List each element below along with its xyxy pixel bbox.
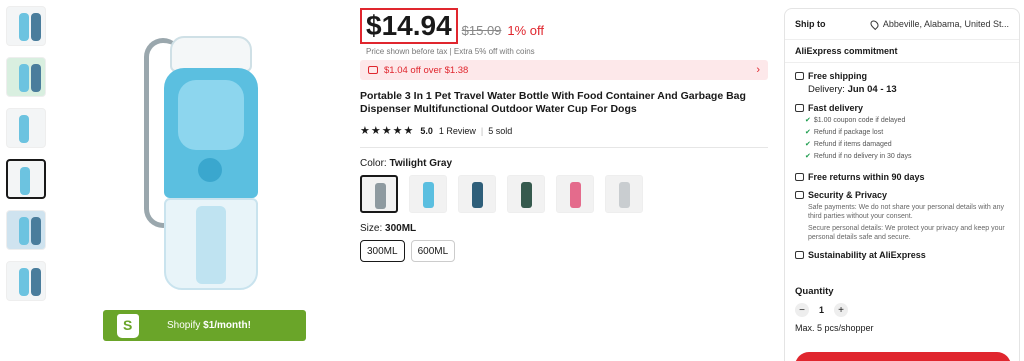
thumbnail-gallery xyxy=(6,6,50,312)
ship-location: Abbeville, Alabama, United St... xyxy=(868,18,1009,30)
security-text: Safe payments: We do not share your pers… xyxy=(808,204,1004,220)
swatch-bottle xyxy=(423,182,434,208)
star-rating-icon: ★★★★★ xyxy=(360,125,415,137)
swatch-bottle xyxy=(521,182,532,208)
sold-count: 5 sold xyxy=(488,125,513,136)
guarantee-item: ✔ $1.00 coupon code if delayed xyxy=(805,116,906,125)
aliexpress-commitment: AliExpress commitment xyxy=(785,39,1019,63)
thumbnail[interactable] xyxy=(6,6,46,46)
color-swatch[interactable] xyxy=(458,175,496,213)
original-price: $15.09 xyxy=(461,23,502,38)
leaf-icon xyxy=(795,251,804,259)
price-row: $14.94 $15.09 1% off xyxy=(360,8,770,46)
clock-icon xyxy=(795,104,804,112)
plus-button[interactable]: + xyxy=(834,303,849,317)
thumbnail[interactable] xyxy=(6,210,46,250)
bottle-button xyxy=(198,158,222,182)
quantity-value[interactable]: 1 xyxy=(819,305,824,315)
color-swatch[interactable] xyxy=(360,175,398,213)
thumbnail[interactable] xyxy=(6,108,46,148)
delivery-info: Delivery: Jun 04 - 13 xyxy=(808,84,897,95)
swatch-bottle xyxy=(375,183,386,209)
size-options: 300ML 600ML xyxy=(360,240,770,262)
product-main-image[interactable] xyxy=(66,8,344,300)
product-info: $14.94 $15.09 1% off Price shown before … xyxy=(360,8,770,262)
bottle-window xyxy=(178,80,244,150)
buy-now-button[interactable] xyxy=(795,352,1011,361)
quantity-label: Quantity xyxy=(795,286,834,297)
bottle-cap xyxy=(170,36,252,72)
size-label: Size: 300ML xyxy=(360,223,417,234)
color-label: Color: Twilight Gray xyxy=(360,158,453,169)
thumbnail-active[interactable] xyxy=(6,159,46,199)
coupon-banner[interactable]: $1.04 off over $1.38 › xyxy=(360,60,768,80)
shopify-banner[interactable]: Shopify $1/month! xyxy=(103,310,306,341)
size-option-300ml[interactable]: 300ML xyxy=(360,240,405,262)
rating-score: 5.0 xyxy=(420,125,433,136)
color-swatch[interactable] xyxy=(556,175,594,213)
current-price: $14.94 xyxy=(360,8,458,44)
thumbnail[interactable] xyxy=(6,261,46,301)
purchase-panel: Ship to Abbeville, Alabama, United St...… xyxy=(784,8,1020,361)
return-icon xyxy=(795,173,804,181)
sustainability-section[interactable]: Sustainability at AliExpress xyxy=(795,250,1009,260)
shopify-text: Shopify $1/month! xyxy=(167,320,251,331)
security-section: Security & Privacy Safe payments: We do … xyxy=(795,190,1009,242)
rating-row: ★★★★★ 5.0 1 Review | 5 sold xyxy=(360,124,770,137)
swatch-bottle xyxy=(619,182,630,208)
color-swatch[interactable] xyxy=(507,175,545,213)
check-icon: ✔ xyxy=(805,153,811,160)
minus-button[interactable]: − xyxy=(795,303,809,317)
truck-icon xyxy=(795,72,804,80)
check-icon: ✔ xyxy=(805,129,811,136)
guarantee-item: ✔ Refund if no delivery in 30 days xyxy=(805,152,912,161)
separator: | xyxy=(480,125,484,136)
chevron-right-icon: › xyxy=(756,64,760,76)
location-pin-icon xyxy=(868,18,881,30)
discount-badge: 1% off xyxy=(507,23,545,38)
shield-icon xyxy=(795,191,804,199)
color-swatch[interactable] xyxy=(605,175,643,213)
ship-to-label: Ship to xyxy=(795,19,826,29)
check-icon: ✔ xyxy=(805,117,811,124)
check-icon: ✔ xyxy=(805,141,811,148)
thumbnail[interactable] xyxy=(6,57,46,97)
free-shipping-section: Free shipping Delivery: Jun 04 - 13 xyxy=(795,71,1009,95)
price-note: Price shown before tax | Extra 5% off wi… xyxy=(366,47,535,56)
shopify-bag-icon xyxy=(117,313,139,338)
color-swatches xyxy=(360,175,770,213)
size-option-600ml[interactable]: 600ML xyxy=(410,240,456,262)
privacy-text: Secure personal details: We protect your… xyxy=(808,225,1005,241)
divider xyxy=(360,147,768,148)
color-swatch[interactable] xyxy=(409,175,447,213)
guarantee-item: ✔ Refund if package lost xyxy=(805,128,884,137)
guarantee-item: ✔ Refund if items damaged xyxy=(805,140,892,149)
product-title: Portable 3 In 1 Pet Travel Water Bottle … xyxy=(360,90,746,115)
bottle-inner xyxy=(196,206,226,284)
coupon-text: $1.04 off over $1.38 xyxy=(384,64,469,76)
fast-delivery-section: Fast delivery ✔ $1.00 coupon code if dela… xyxy=(795,103,1009,164)
quantity-stepper: − 1 + xyxy=(795,303,1009,317)
free-returns-section: Free returns within 90 days xyxy=(795,172,1009,182)
max-quantity: Max. 5 pcs/shopper xyxy=(795,323,874,333)
tag-icon xyxy=(368,66,378,74)
swatch-bottle xyxy=(570,182,581,208)
swatch-bottle xyxy=(472,182,483,208)
review-count[interactable]: 1 Review xyxy=(439,126,476,136)
ship-to-row[interactable]: Ship to Abbeville, Alabama, United St... xyxy=(795,9,1009,39)
